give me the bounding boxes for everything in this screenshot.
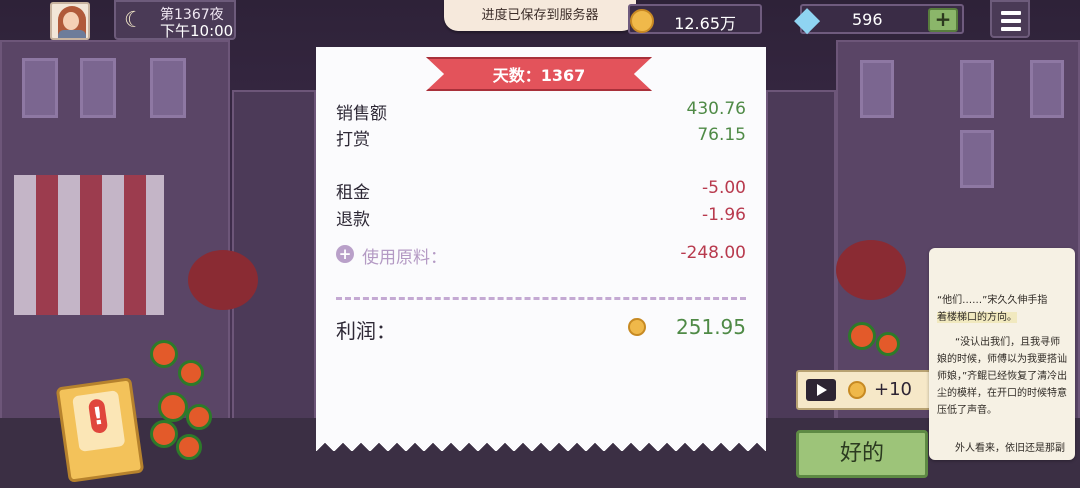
sales-label: 销售额 <box>336 104 387 124</box>
player-avatar[interactable] <box>50 2 90 40</box>
coin-icon <box>848 381 866 399</box>
gem-balance: ◆ 596 + <box>794 2 964 36</box>
sales-row: 销售额 430.76 <box>336 99 746 124</box>
reader-header <box>937 254 1067 268</box>
expand-materials-icon[interactable]: + <box>336 245 354 263</box>
save-toast: 进度已保存到服务器 <box>444 0 636 31</box>
coin-balance: 12.65万 <box>628 4 762 34</box>
gem-amount: 596 <box>852 10 883 29</box>
add-gems-button[interactable]: + <box>928 8 958 32</box>
day-ribbon-label: 天数：1367 <box>492 66 586 85</box>
coin-icon <box>628 318 646 336</box>
novel-paragraph: “他们……”宋久久伸手指 着楼梯口的方向。 <box>937 295 1048 323</box>
ad-reward-amount: +10 <box>874 379 912 400</box>
refund-label: 退款 <box>336 210 370 230</box>
watch-ad-button[interactable]: +10 <box>796 370 936 410</box>
clock-time: 下午10:00 <box>160 22 234 40</box>
menu-button[interactable] <box>990 0 1030 38</box>
profit-value: 251.95 <box>676 315 746 339</box>
tips-label: 打赏 <box>336 130 370 150</box>
exclamation-icon: ! <box>87 398 109 435</box>
daily-receipt: 天数：1367 销售额 430.76 打赏 76.15 租金 -5.00 退款 … <box>316 47 766 451</box>
hamburger-icon <box>1001 11 1021 15</box>
refund-row: 退款 -1.96 <box>336 205 746 230</box>
rent-row: 租金 -5.00 <box>336 178 746 203</box>
ok-button[interactable]: 好的 <box>796 430 928 478</box>
video-play-icon <box>806 379 836 401</box>
receipt-divider <box>336 297 746 300</box>
rent-label: 租金 <box>336 183 370 203</box>
tips-row: 打赏 76.15 <box>336 125 746 150</box>
moon-icon: ☾ <box>124 8 144 33</box>
materials-value: -248.00 <box>680 243 746 263</box>
coin-icon <box>630 9 654 33</box>
day-time-panel: ☾ 第1367夜 下午10:00 <box>114 0 236 40</box>
refund-value: -1.96 <box>702 205 746 225</box>
rent-value: -5.00 <box>702 178 746 198</box>
tips-value: 76.15 <box>697 125 746 145</box>
novel-reader-overlay[interactable]: “他们……”宋久久伸手指 着楼梯口的方向。 “没认出我们，且我寻师娘的时候，师傅以… <box>929 248 1075 460</box>
profit-row: 利润： 251.95 <box>336 315 746 343</box>
profit-label: 利润： <box>336 319 396 343</box>
materials-label: 使用原料： <box>362 248 447 268</box>
diamond-icon: ◆ <box>794 0 821 39</box>
materials-row[interactable]: + 使用原料： -248.00 <box>336 243 746 268</box>
novel-paragraph: 外人看来，依旧还是那副 <box>955 443 1065 454</box>
sales-value: 430.76 <box>686 99 746 119</box>
coin-amount: 12.65万 <box>674 14 736 33</box>
novel-paragraph: “没认出我们，且我寻师娘的时候，师傅以为我要搭讪师娘，”齐鲲已经恢复了清冷出尘的… <box>937 337 1068 416</box>
alert-card[interactable]: ! <box>55 377 145 483</box>
